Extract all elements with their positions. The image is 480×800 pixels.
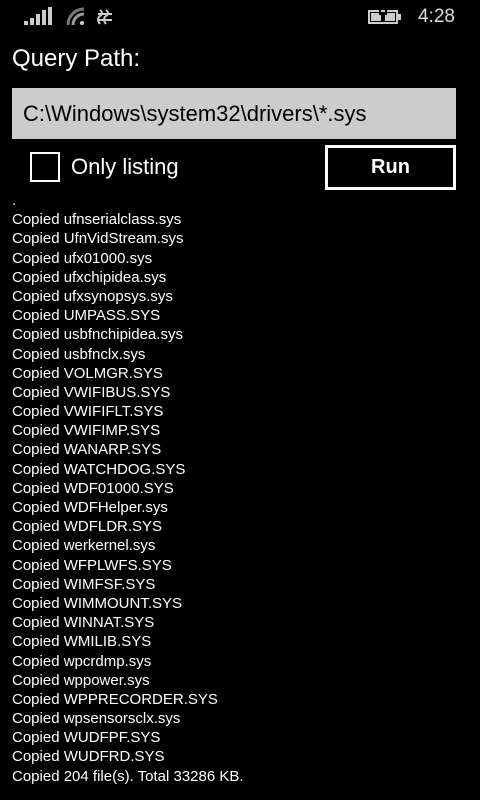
log-line: Copied WIMFSF.SYS	[12, 575, 156, 593]
log-line: Copied WANARP.SYS	[12, 441, 162, 459]
log-line: Copied WDFHelper.sys	[12, 499, 168, 516]
log-line: Copied ufxsynopsys.sys	[12, 287, 173, 305]
only-listing-label[interactable]: Only listing	[71, 154, 179, 180]
only-listing-checkbox[interactable]	[30, 152, 60, 182]
log-line: Copied WIMMOUNT.SYS	[12, 594, 183, 612]
signal-icon	[24, 7, 52, 25]
log-line: Copied wpsensorsclx.sys	[12, 710, 181, 728]
log-line: Copied werkernel.sys	[12, 537, 156, 555]
run-button[interactable]: Run	[325, 145, 456, 190]
log-line: Copied VWIFIBUS.SYS	[12, 383, 171, 401]
log-line: Copied WDF01000.SYS	[12, 479, 174, 497]
log-line: Copied VWIFIMP.SYS	[12, 422, 161, 440]
output-log[interactable]: . Copied ufnserialclass.sys Copied UfnVidS…	[12, 200, 472, 790]
log-line: Copied UMPASS.SYS	[12, 307, 161, 325]
log-line: Copied ufx01000.sys	[12, 249, 153, 267]
log-line: Copied VWIFIFLT.SYS	[12, 403, 164, 421]
query-path-input[interactable]	[12, 88, 456, 139]
log-line: Copied wppower.sys	[12, 671, 150, 689]
log-line: Copied usbfnclx.sys	[12, 345, 146, 363]
log-line: Copied ufxchipidea.sys	[12, 268, 167, 286]
log-line: Copied VOLMGR.SYS	[12, 364, 163, 382]
log-line: Copied UfnVidStream.sys	[12, 230, 184, 248]
log-line: Copied WFPLWFS.SYS	[12, 556, 172, 574]
status-bar: 4:28	[0, 0, 480, 34]
clock: 4:28	[418, 6, 455, 27]
log-line: Copied ufnserialclass.sys	[12, 211, 182, 229]
wifi-icon	[66, 7, 85, 26]
log-line: Copied WDFLDR.SYS	[12, 518, 163, 536]
log-line: Copied usbfnchipidea.sys	[12, 326, 183, 344]
query-path-label: Query Path:	[12, 45, 141, 72]
log-line: Copied WMILIB.SYS	[12, 633, 152, 651]
log-line: Copied WUDFRD.SYS	[12, 748, 165, 766]
log-line: Copied WATCHDOG.SYS	[12, 460, 186, 478]
log-line: Copied WPPRECORDER.SYS	[12, 690, 218, 708]
log-line: .	[12, 200, 17, 209]
battery-charging-icon	[368, 9, 401, 24]
log-line: Copied 204 file(s). Total 33286 KB.	[12, 767, 244, 785]
log-line: Copied WINNAT.SYS	[12, 614, 155, 632]
log-line: Copied wpcrdmp.sys	[12, 652, 152, 670]
log-line: Copied WUDFPF.SYS	[12, 729, 161, 747]
vibrate-icon	[97, 9, 112, 25]
